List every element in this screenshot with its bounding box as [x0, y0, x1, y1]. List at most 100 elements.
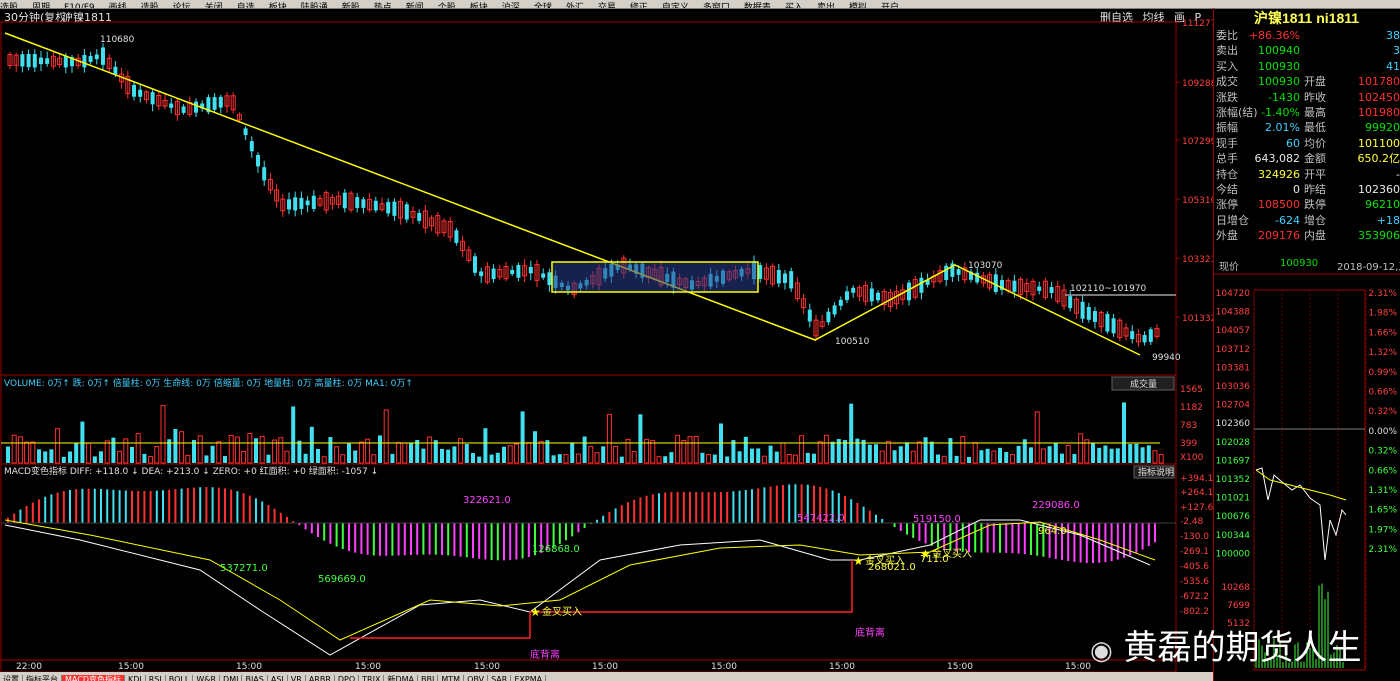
- quote-key2: 开平: [1304, 167, 1326, 182]
- quote-row: 今结 0 昨结 102360: [1216, 182, 1400, 197]
- time-tick-label: 15:00: [947, 662, 973, 672]
- volume-bar: [248, 434, 252, 463]
- volume-bar: [142, 454, 146, 463]
- volume-bar: [198, 436, 202, 463]
- label-peak: 103070: [968, 261, 1003, 271]
- quote-row: 买入 100930 41: [1216, 59, 1400, 74]
- volume-bar: [12, 435, 16, 463]
- quote-value: 108500: [1258, 197, 1300, 212]
- volume-bar: [601, 446, 605, 463]
- divergence-line: [350, 560, 852, 638]
- candle-body: [473, 256, 477, 272]
- quote-row: 外盘 209176 内盘 353906: [1216, 228, 1400, 243]
- candle-body: [361, 199, 365, 208]
- indicator-tab[interactable]: EXPMA: [511, 675, 546, 681]
- indicator-tab[interactable]: ASI: [268, 675, 288, 681]
- indicator-tab[interactable]: BIAS: [242, 675, 267, 681]
- indicator-tab[interactable]: 设置: [0, 675, 23, 681]
- macd-tick-label: -269.1: [1180, 547, 1209, 557]
- volume-bar: [31, 442, 35, 463]
- volume-bar: [217, 442, 221, 463]
- indicator-tab[interactable]: 新DMA: [384, 675, 418, 681]
- volume-bar: [781, 443, 785, 463]
- volume-bar: [508, 446, 512, 463]
- time-tick-label: 15:00: [236, 662, 262, 672]
- indicator-tab[interactable]: VR: [288, 675, 306, 681]
- indicator-tab[interactable]: DMI: [220, 675, 242, 681]
- quote-row: 总手 643,082 金额 650.2亿: [1216, 151, 1400, 166]
- candle-body: [45, 58, 49, 64]
- volume-bar: [818, 442, 822, 463]
- volume-bar: [285, 451, 289, 463]
- volume-bar: [663, 456, 667, 463]
- macd-label: 126868.0: [532, 544, 580, 555]
- candle-body: [994, 274, 998, 292]
- volume-bar: [1122, 402, 1126, 463]
- indicator-tab[interactable]: RSI: [146, 675, 166, 681]
- volume-bar: [979, 450, 983, 463]
- volume-bar: [961, 437, 965, 463]
- kline-chart-area[interactable]: 111277 109288 107299 105310 103321 101332 1106…: [0, 0, 1213, 672]
- volume-bar: [130, 447, 134, 463]
- star-icon: ★: [530, 605, 541, 619]
- volume-bar: [967, 457, 971, 463]
- volume-bar: [56, 429, 60, 463]
- candle-body: [783, 274, 787, 283]
- quote-row: 涨跌 -1430 昨收 102450: [1216, 90, 1400, 105]
- volume-bar: [49, 449, 53, 463]
- volume-bar: [496, 453, 500, 463]
- volume-bar: [657, 457, 661, 463]
- candle-body: [907, 283, 911, 301]
- macd-legend: MACD变色指标 DIFF: +118.0 ↓ DEA: +213.0 ↓ ZE…: [4, 465, 378, 477]
- quote-value: -1.40%: [1261, 105, 1300, 120]
- candle-body: [27, 54, 31, 67]
- volume-bar: [1091, 443, 1095, 463]
- volume-bar: [527, 443, 531, 463]
- volume-bar: [347, 444, 351, 463]
- quote-key: 委比: [1216, 28, 1238, 43]
- indicator-tab[interactable]: KDJ: [125, 675, 146, 681]
- golden-cross-label: 金叉买入: [932, 547, 972, 560]
- quote-key: 涨跌: [1216, 90, 1238, 105]
- indicator-tab[interactable]: OBV: [464, 675, 488, 681]
- macd-button: 指标说明: [1138, 466, 1174, 478]
- candle-body: [89, 56, 93, 62]
- time-tick-label: 15:00: [829, 662, 855, 672]
- volume-bar: [6, 447, 10, 463]
- candle-body: [64, 56, 68, 68]
- candle-body: [113, 67, 117, 75]
- indicator-tab[interactable]: TRIX: [359, 675, 384, 681]
- quote-key: 振幅: [1216, 120, 1238, 135]
- indicator-tab[interactable]: ARBR: [306, 675, 335, 681]
- candle-body: [20, 54, 24, 66]
- indicator-tab[interactable]: MACD变色指标: [62, 675, 125, 681]
- candle-body: [250, 141, 254, 151]
- candle-body: [479, 271, 483, 276]
- candle-body: [343, 193, 347, 209]
- mini-price: 100930: [1280, 258, 1318, 269]
- quote-row: 涨幅(结) -1.40% 最高 101980: [1216, 105, 1400, 120]
- candle-body: [1143, 335, 1147, 342]
- quote-title: 沪镍1811 ni1811: [1213, 8, 1400, 28]
- volume-bar: [899, 446, 903, 463]
- indicator-tab[interactable]: BOLL: [166, 675, 194, 681]
- volume-bar: [204, 455, 208, 463]
- trend-line: [5, 33, 1140, 355]
- indicator-tab[interactable]: BBI: [418, 675, 438, 681]
- candle-body: [1050, 287, 1054, 293]
- indicator-tab[interactable]: SAR: [488, 675, 511, 681]
- candle-body: [876, 293, 880, 300]
- indicator-tab[interactable]: MTM: [438, 675, 464, 681]
- diff-line: [5, 520, 1150, 655]
- quote-key: 涨停: [1216, 197, 1238, 212]
- indicator-tab[interactable]: W&R: [193, 675, 220, 681]
- indicator-tab[interactable]: 指标平台: [23, 675, 62, 681]
- candle-body: [417, 213, 421, 221]
- quote-key2: 跌停: [1304, 197, 1326, 212]
- volume-bar: [335, 447, 339, 463]
- volume-bar: [607, 414, 611, 463]
- volume-bar: [750, 449, 754, 463]
- indicator-tab[interactable]: DPO: [335, 675, 359, 681]
- volume-bar: [161, 406, 165, 463]
- quote-row: 日增仓 -624 增仓 +18: [1216, 213, 1400, 228]
